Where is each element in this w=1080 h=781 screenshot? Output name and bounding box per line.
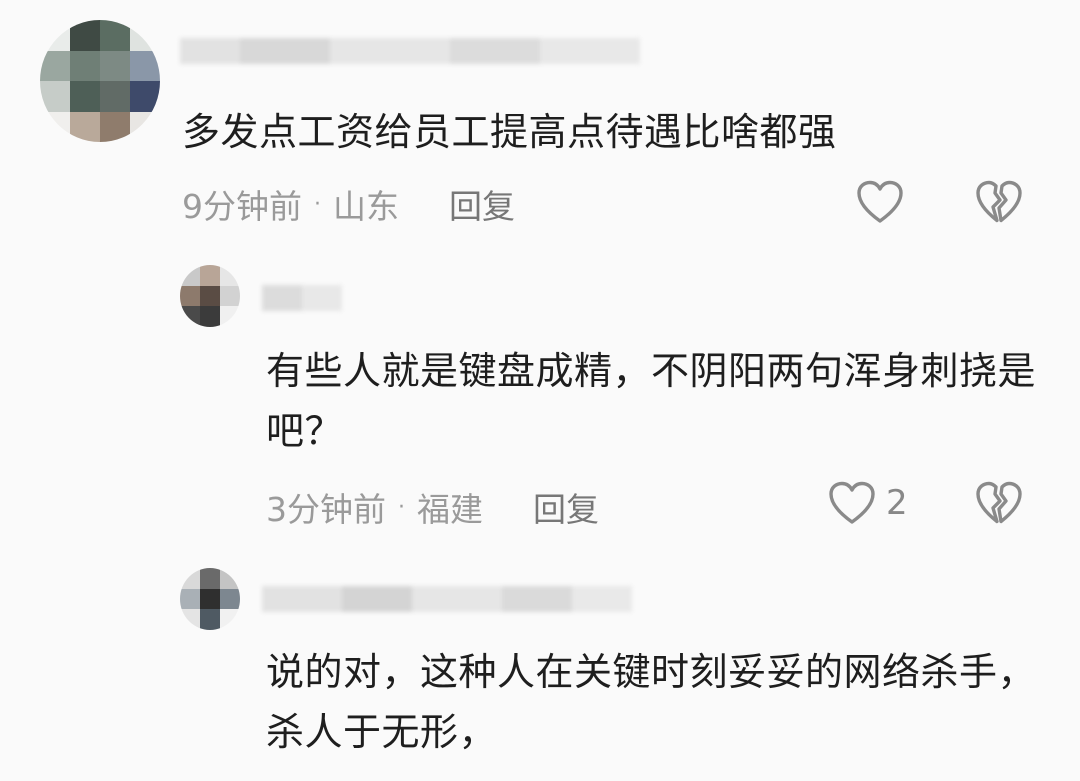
like-button[interactable] bbox=[856, 180, 914, 224]
avatar[interactable] bbox=[180, 568, 240, 630]
comment-text: 说的对，这种人在关键时刻妥妥的网络杀手，杀人于无形， bbox=[266, 650, 1037, 754]
comment-1: 多发点工资给员工提高点待遇比啥都强 9分钟前 · 山东 回复 bbox=[0, 0, 1080, 250]
avatar[interactable] bbox=[40, 20, 160, 142]
heart-outline-icon bbox=[828, 481, 876, 525]
like-count: 2 bbox=[886, 483, 908, 523]
reply-button[interactable]: 回复 bbox=[533, 483, 599, 531]
separator: · bbox=[398, 494, 405, 520]
separator: · bbox=[314, 191, 321, 217]
timestamp: 3分钟前 bbox=[266, 490, 386, 529]
heart-outline-icon bbox=[856, 180, 904, 224]
broken-heart-icon bbox=[975, 481, 1023, 525]
username-blurred[interactable] bbox=[262, 586, 632, 612]
timestamp: 9分钟前 bbox=[182, 187, 302, 226]
location: 山东 bbox=[333, 187, 399, 226]
comment-meta: 3分钟前 · 福建 回复 bbox=[266, 483, 599, 531]
comment-2: 有些人就是键盘成精，不阴阳两句浑身刺挠是吧？ 3分钟前 · 福建 回复 2 bbox=[0, 265, 1080, 545]
like-button[interactable]: 2 bbox=[828, 481, 908, 525]
reply-button[interactable]: 回复 bbox=[449, 180, 515, 228]
comment-text: 有些人就是键盘成精，不阴阳两句浑身刺挠是吧？ bbox=[266, 349, 1037, 453]
comment-meta: 9分钟前 · 山东 回复 bbox=[182, 180, 515, 228]
username-blurred[interactable] bbox=[180, 38, 640, 64]
comment-3: 说的对，这种人在关键时刻妥妥的网络杀手，杀人于无形， bbox=[0, 568, 1080, 781]
dislike-button[interactable] bbox=[975, 481, 1023, 525]
username-blurred[interactable] bbox=[262, 285, 342, 311]
dislike-button[interactable] bbox=[975, 180, 1023, 224]
location: 福建 bbox=[417, 490, 483, 529]
broken-heart-icon bbox=[975, 180, 1023, 224]
avatar[interactable] bbox=[180, 265, 240, 327]
comment-text: 多发点工资给员工提高点待遇比啥都强 bbox=[182, 110, 837, 154]
